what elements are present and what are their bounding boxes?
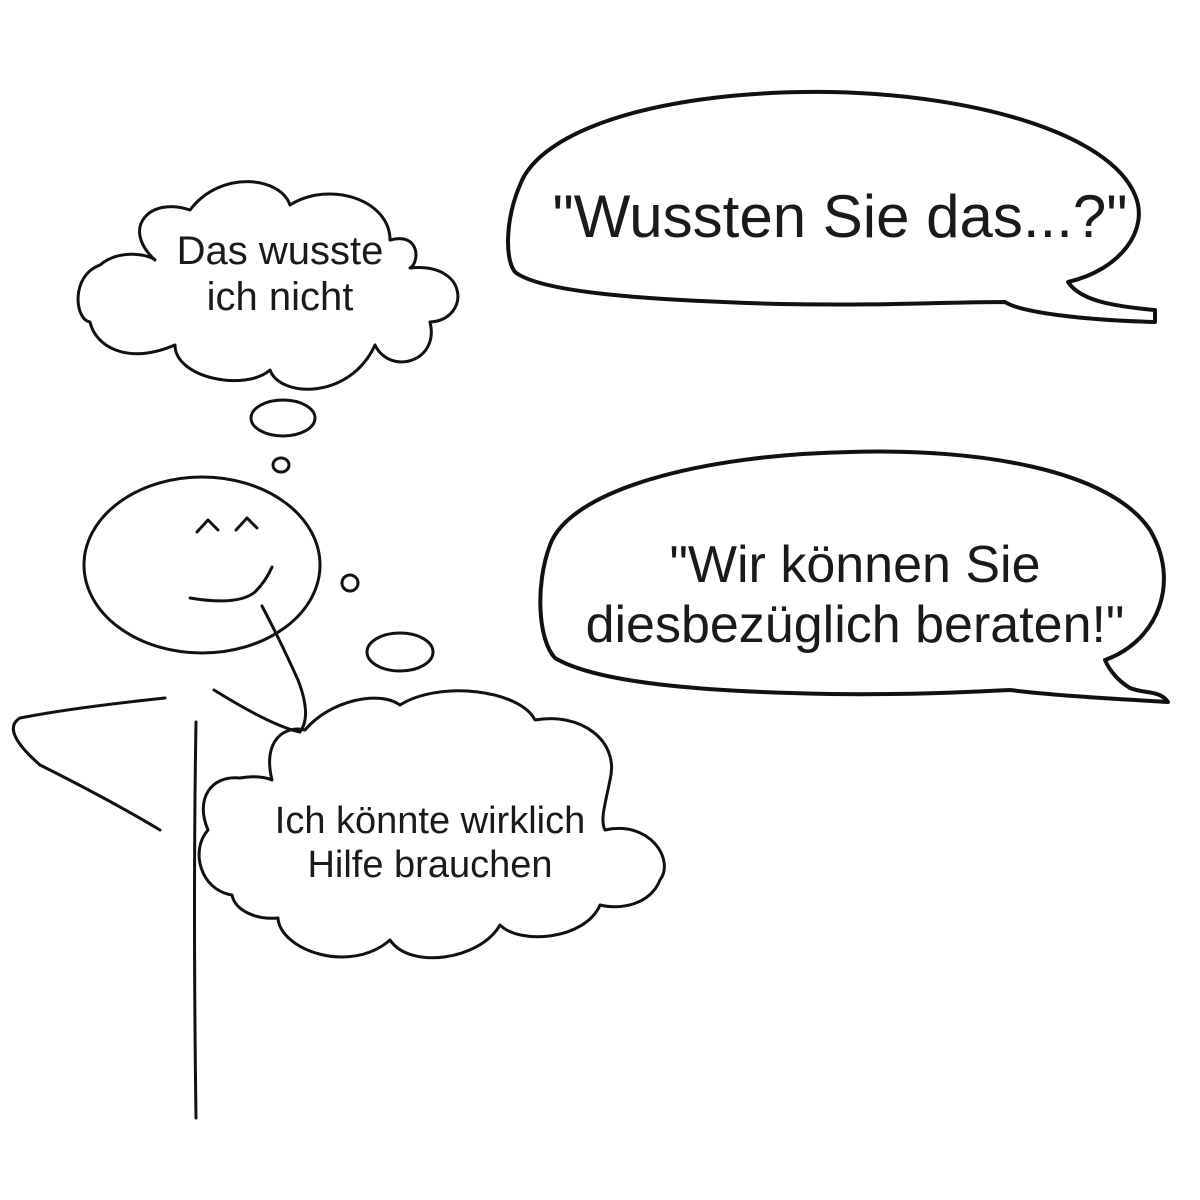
thought-bottom-line-1: Ich könnte wirklich	[274, 800, 586, 842]
thought-trail-bubble-small	[271, 456, 291, 474]
thought-trail-bubble-large	[249, 398, 317, 438]
speech-bottom-line-2: diesbezüglich beraten!"	[585, 595, 1125, 654]
figure-left-eye	[195, 518, 220, 534]
thought-trail-bubble-tiny	[340, 573, 360, 593]
thought-top-line-2: ich nicht	[206, 275, 354, 319]
stick-figure	[11, 475, 322, 1120]
figure-body	[193, 720, 198, 1120]
thought-top-line-1: Das wusste	[176, 229, 384, 273]
thought-trail-bubble-medium	[365, 631, 435, 673]
speech-bottom-text: "Wir können Sie diesbezüglich beraten!"	[550, 536, 1160, 656]
speech-top-text: "Wussten Sie das...?"	[520, 182, 1160, 251]
thought-bottom-text: Ich könnte wirklich Hilfe brauchen	[230, 800, 630, 887]
figure-smile	[188, 565, 274, 603]
thought-bottom-line-2: Hilfe brauchen	[307, 843, 553, 886]
figure-right-eye	[234, 516, 259, 532]
figure-right-arm	[212, 604, 307, 734]
figure-left-arm	[11, 696, 167, 832]
speech-bottom-line-1: "Wir können Sie	[669, 536, 1041, 594]
figure-head	[82, 475, 322, 655]
thought-top-text: Das wusste ich nicht	[130, 228, 430, 320]
speech-top-line-1: "Wussten Sie das...?"	[552, 183, 1128, 250]
thought-cloud-top	[76, 180, 460, 474]
